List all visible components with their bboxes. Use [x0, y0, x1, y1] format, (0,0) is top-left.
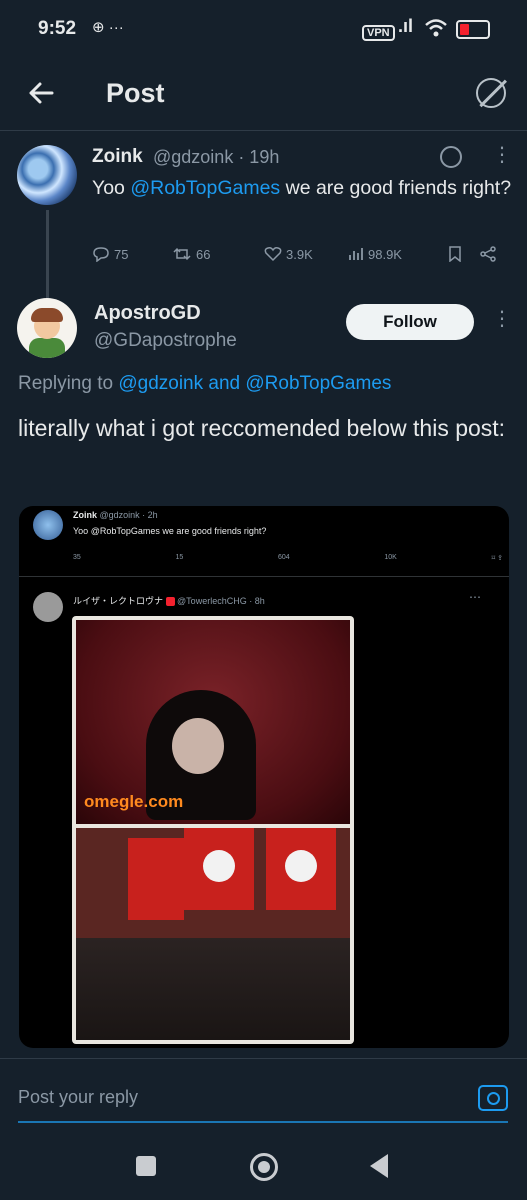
badge-icon [165, 597, 175, 607]
embedded-author: ルイザ・レクトロヴナ @TowerlechCHG · 8h [73, 596, 265, 607]
vpn-badge: VPN [362, 20, 395, 42]
avatar [33, 592, 63, 622]
photo-bottom [76, 828, 350, 1040]
post-text: Yoo @RobTopGames we are good friends rig… [92, 177, 512, 199]
post-metrics: 75 66 3.9K 98.9K [92, 246, 512, 262]
mention-link[interactable]: @RobTopGames [130, 177, 280, 199]
top-app-bar: Post [0, 60, 527, 131]
repost-icon [173, 247, 191, 261]
author-handle-time: @gdzoink · 19h [153, 147, 280, 167]
photo-top: omegle.com [76, 620, 350, 824]
more-options-icon: ⋯ [469, 590, 481, 604]
back-icon[interactable] [370, 1154, 388, 1178]
reply-icon [93, 247, 109, 262]
wifi-icon [425, 19, 447, 37]
repost-button[interactable]: 66 [172, 247, 264, 262]
thread-connector [46, 210, 49, 302]
replying-to: Replying to @gdzoink and @RobTopGames [18, 373, 392, 394]
status-time: 9:52 [38, 18, 77, 39]
post-media-image[interactable]: Zoink @gdzoink · 2h Yoo @RobTopGames we … [19, 506, 509, 1048]
views-icon [349, 248, 363, 260]
grok-icon[interactable] [476, 78, 506, 108]
follow-button[interactable]: Follow [346, 304, 474, 340]
like-button[interactable]: 3.9K [264, 246, 348, 262]
author-name[interactable]: Zoink [92, 146, 143, 168]
post-text: literally what i got reccomended below t… [18, 415, 506, 441]
views-button[interactable]: 98.9K [348, 247, 448, 262]
avatar[interactable] [17, 145, 77, 205]
embedded-photo-frame: omegle.com [72, 616, 354, 1044]
omegle-watermark: omegle.com [84, 792, 184, 811]
page-title: Post [106, 78, 165, 108]
avatar [33, 510, 63, 540]
grok-icon[interactable] [440, 146, 462, 168]
reply-input[interactable]: Post your reply [18, 1087, 138, 1108]
home-icon[interactable] [250, 1153, 278, 1181]
divider [19, 576, 509, 577]
recents-icon[interactable] [136, 1156, 156, 1176]
status-bar: 9:52 ⊕ ··· VPN .ıl [0, 0, 527, 60]
battery-icon [456, 20, 490, 39]
bookmark-icon[interactable] [448, 246, 462, 262]
avatar[interactable] [17, 298, 77, 358]
author-handle: @GDapostrophe [94, 330, 237, 351]
more-options-icon[interactable]: ⋮ [492, 142, 512, 167]
more-options-icon[interactable]: ⋮ [492, 306, 512, 331]
notification-icons: ⊕ ··· [92, 19, 124, 36]
heart-icon [264, 247, 282, 262]
back-arrow-icon[interactable] [28, 80, 54, 106]
embedded-metrics: 35 15 604 10K ⌑ ⇪ [73, 554, 503, 562]
input-underline [18, 1121, 508, 1123]
share-icon[interactable] [480, 246, 496, 262]
battery-level [460, 24, 469, 35]
embedded-text: Yoo @RobTopGames we are good friends rig… [73, 526, 267, 536]
reply-composer[interactable]: Post your reply [0, 1058, 527, 1123]
author-name[interactable]: ApostroGD [94, 302, 201, 325]
embedded-author: Zoink @gdzoink · 2h [73, 510, 158, 520]
replying-users-link[interactable]: @gdzoink and @RobTopGames [118, 373, 391, 394]
reply-button[interactable]: 75 [92, 246, 172, 262]
signal-icon: .ıl [398, 16, 414, 36]
camera-icon[interactable] [478, 1085, 508, 1111]
system-navigation-bar [0, 1130, 527, 1200]
